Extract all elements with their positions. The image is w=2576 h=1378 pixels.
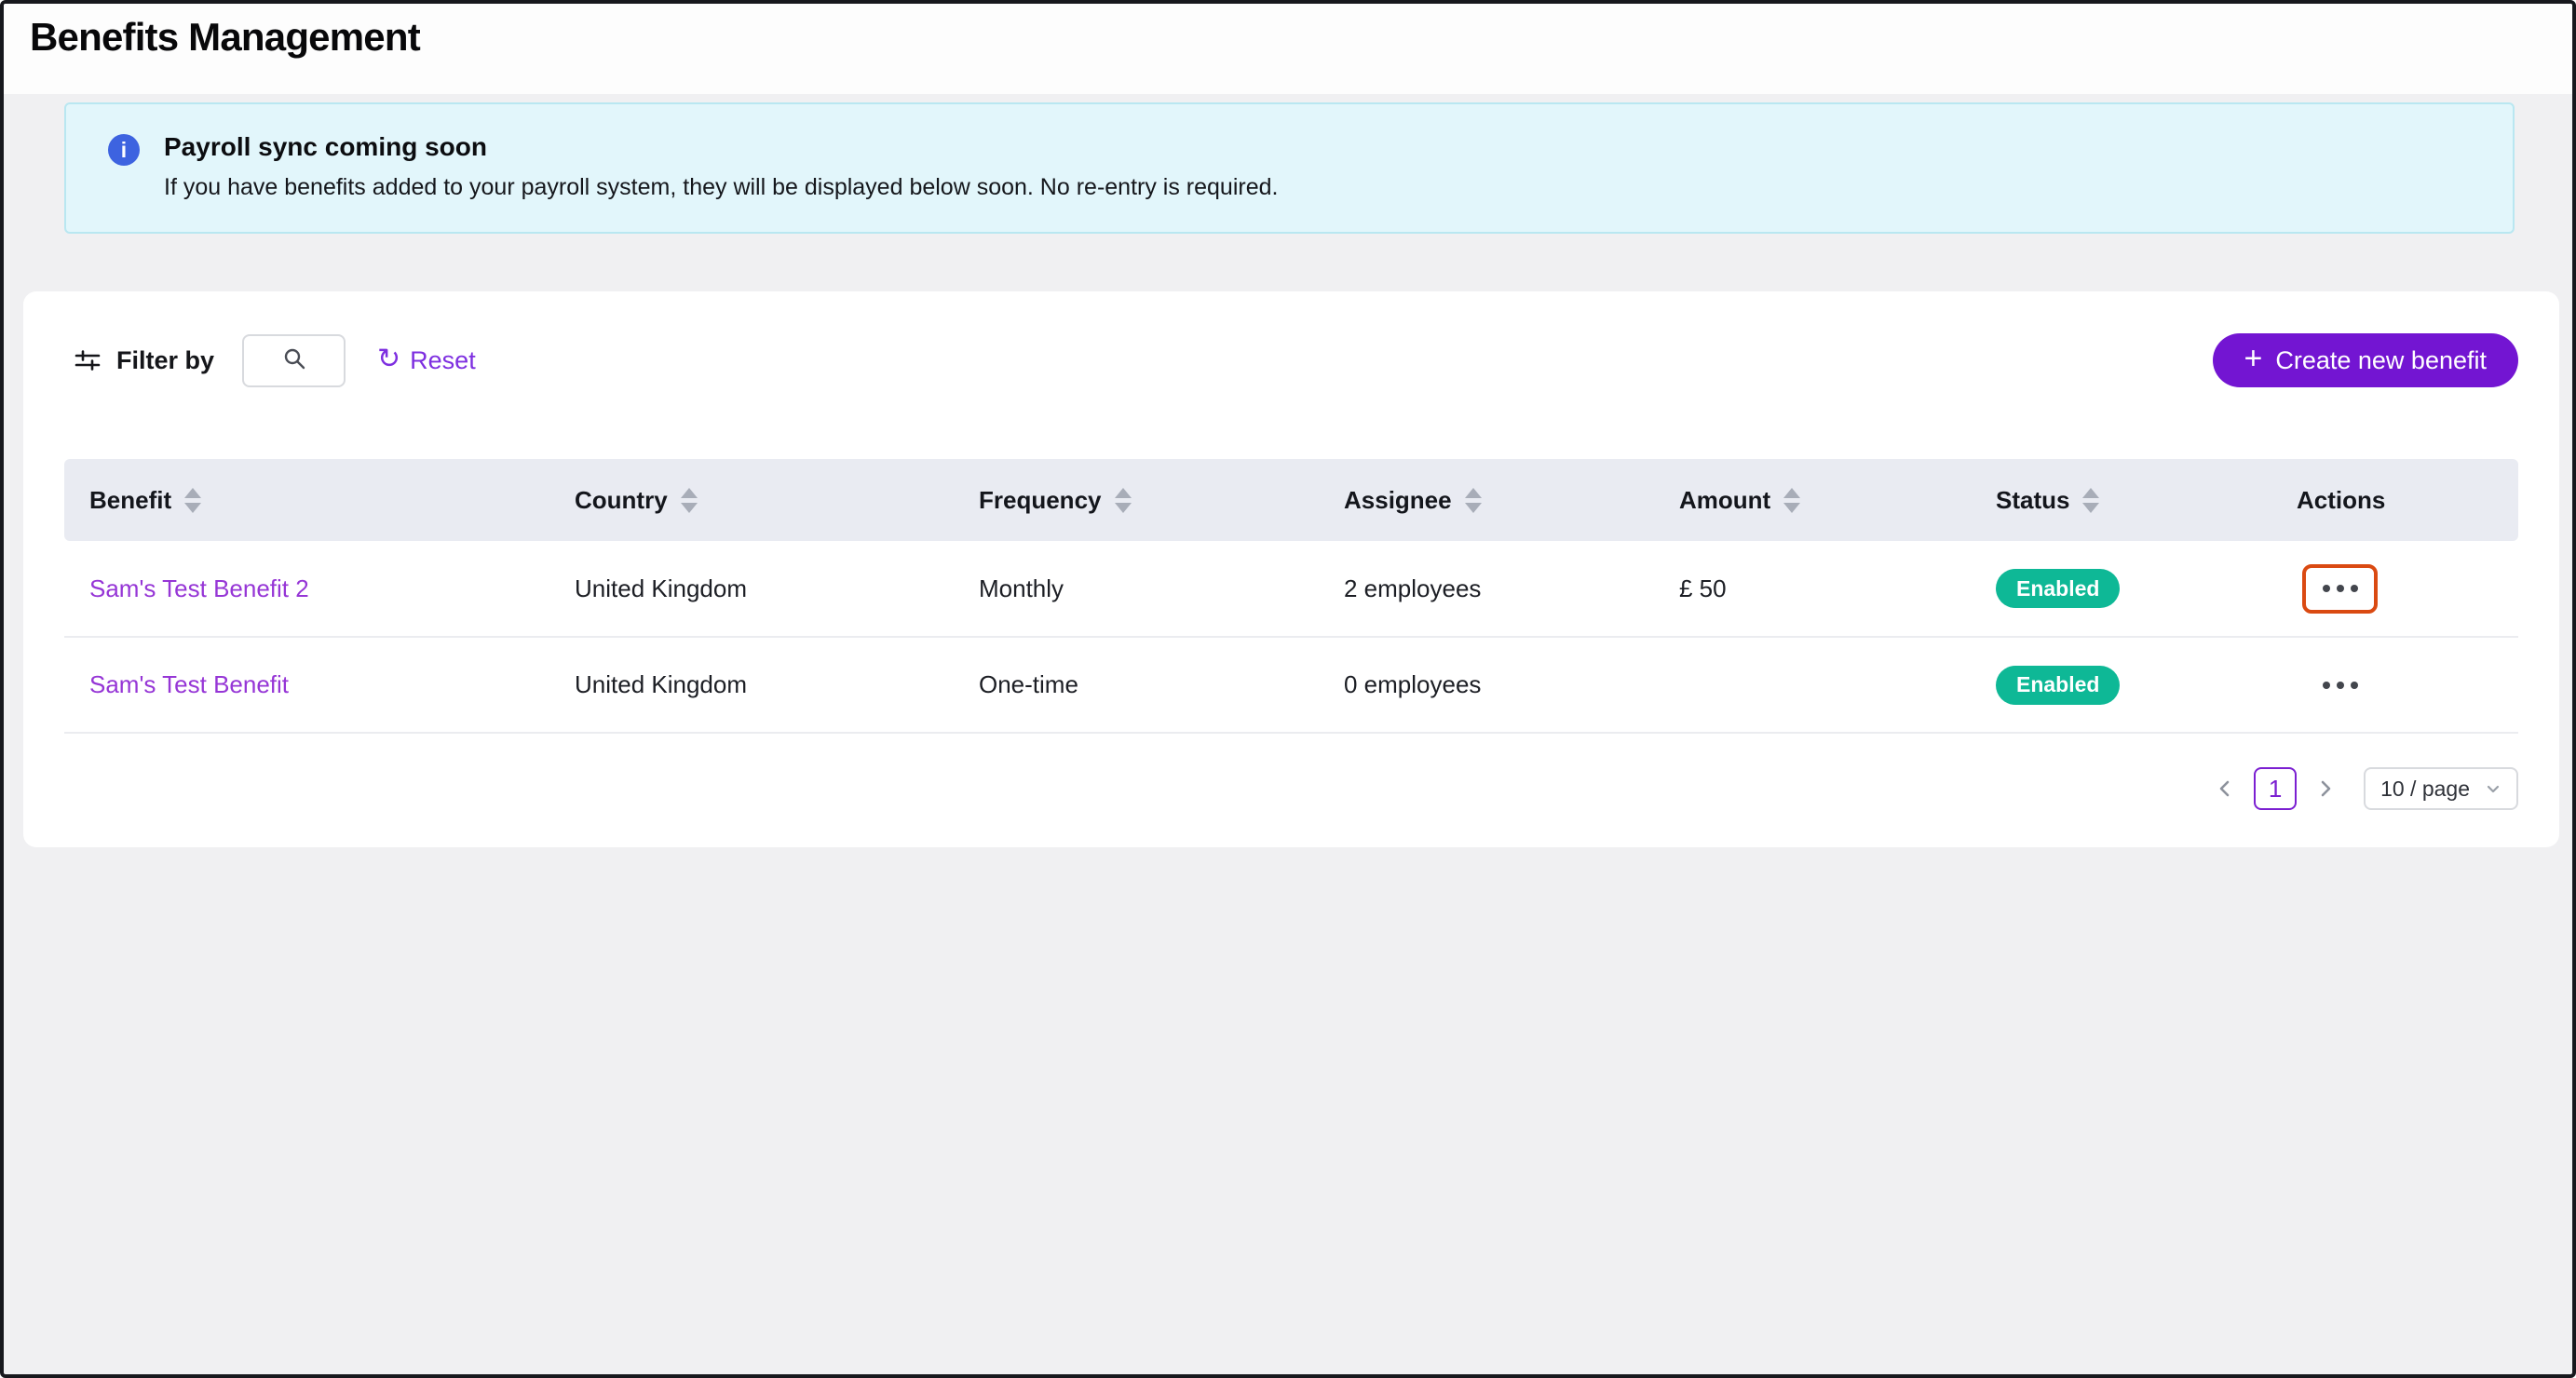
current-page[interactable]: 1	[2254, 767, 2297, 810]
page-size-value: 10 / page	[2380, 777, 2470, 802]
column-header-actions: Actions	[2271, 459, 2518, 541]
prev-page-button[interactable]	[2211, 775, 2239, 803]
cell-country: United Kingdom	[549, 541, 954, 637]
chevron-right-icon	[2314, 777, 2337, 800]
column-header-amount[interactable]: Amount	[1654, 459, 1971, 541]
column-label: Amount	[1679, 486, 1770, 515]
cell-amount	[1654, 637, 1971, 733]
row-actions-button[interactable]	[2302, 564, 2378, 614]
filter-icon	[74, 346, 102, 374]
column-header-assignee[interactable]: Assignee	[1319, 459, 1654, 541]
banner-title: Payroll sync coming soon	[164, 132, 1278, 162]
column-header-frequency[interactable]: Frequency	[954, 459, 1319, 541]
reset-label: Reset	[410, 346, 476, 375]
column-header-status[interactable]: Status	[1971, 459, 2271, 541]
cell-assignee: 0 employees	[1319, 637, 1654, 733]
table-header-row: Benefit Country Frequency Assignee	[64, 459, 2518, 541]
table-row: Sam's Test Benefit United Kingdom One-ti…	[64, 637, 2518, 733]
column-label: Frequency	[979, 486, 1102, 515]
ellipsis-icon	[2323, 585, 2330, 592]
sort-icon	[184, 488, 201, 513]
plus-icon: +	[2244, 343, 2263, 374]
sort-icon	[2082, 488, 2099, 513]
benefit-link[interactable]: Sam's Test Benefit	[89, 670, 289, 698]
cell-assignee: 2 employees	[1319, 541, 1654, 637]
banner-body: If you have benefits added to your payro…	[164, 174, 1278, 201]
column-header-benefit[interactable]: Benefit	[64, 459, 549, 541]
sort-icon	[1115, 488, 1132, 513]
page-size-select[interactable]: 10 / page	[2364, 767, 2518, 810]
filter-by-label: Filter by	[116, 346, 214, 375]
row-actions-button[interactable]	[2302, 660, 2378, 709]
reset-icon: ↻	[377, 345, 400, 373]
column-label: Status	[1996, 486, 2069, 515]
status-badge: Enabled	[1996, 666, 2120, 705]
column-label: Country	[575, 486, 668, 515]
pagination: 1 10 / page	[64, 767, 2518, 810]
column-label: Actions	[2297, 486, 2385, 515]
cell-country: United Kingdom	[549, 637, 954, 733]
chevron-down-icon	[2485, 780, 2501, 797]
table-toolbar: Filter by ↻ Reset + Create new benefit	[64, 333, 2518, 387]
info-icon: i	[108, 134, 140, 166]
sort-icon	[681, 488, 698, 513]
payroll-sync-banner: i Payroll sync coming soon If you have b…	[64, 102, 2515, 234]
reset-button[interactable]: ↻ Reset	[377, 346, 476, 375]
search-input[interactable]	[242, 334, 346, 387]
page-header: Benefits Management	[4, 4, 2572, 94]
sort-icon	[1783, 488, 1800, 513]
benefit-link[interactable]: Sam's Test Benefit 2	[89, 574, 309, 602]
create-new-benefit-label: Create new benefit	[2275, 346, 2487, 375]
sort-icon	[1465, 488, 1482, 513]
cell-frequency: Monthly	[954, 541, 1319, 637]
search-icon	[282, 346, 306, 375]
next-page-button[interactable]	[2312, 775, 2339, 803]
create-new-benefit-button[interactable]: + Create new benefit	[2213, 333, 2519, 387]
column-label: Assignee	[1344, 486, 1452, 515]
column-header-country[interactable]: Country	[549, 459, 954, 541]
cell-amount: £ 50	[1654, 541, 1971, 637]
benefits-card: Filter by ↻ Reset + Create new benefit	[23, 291, 2559, 847]
benefits-table: Benefit Country Frequency Assignee	[64, 459, 2518, 734]
cell-frequency: One-time	[954, 637, 1319, 733]
banner-text: Payroll sync coming soon If you have ben…	[164, 132, 1278, 204]
status-badge: Enabled	[1996, 569, 2120, 608]
chevron-left-icon	[2214, 777, 2236, 800]
benefits-management-page: Benefits Management i Payroll sync comin…	[0, 0, 2576, 1378]
page-title: Benefits Management	[30, 15, 2572, 60]
table-row: Sam's Test Benefit 2 United Kingdom Mont…	[64, 541, 2518, 637]
column-label: Benefit	[89, 486, 171, 515]
ellipsis-icon	[2323, 682, 2330, 689]
